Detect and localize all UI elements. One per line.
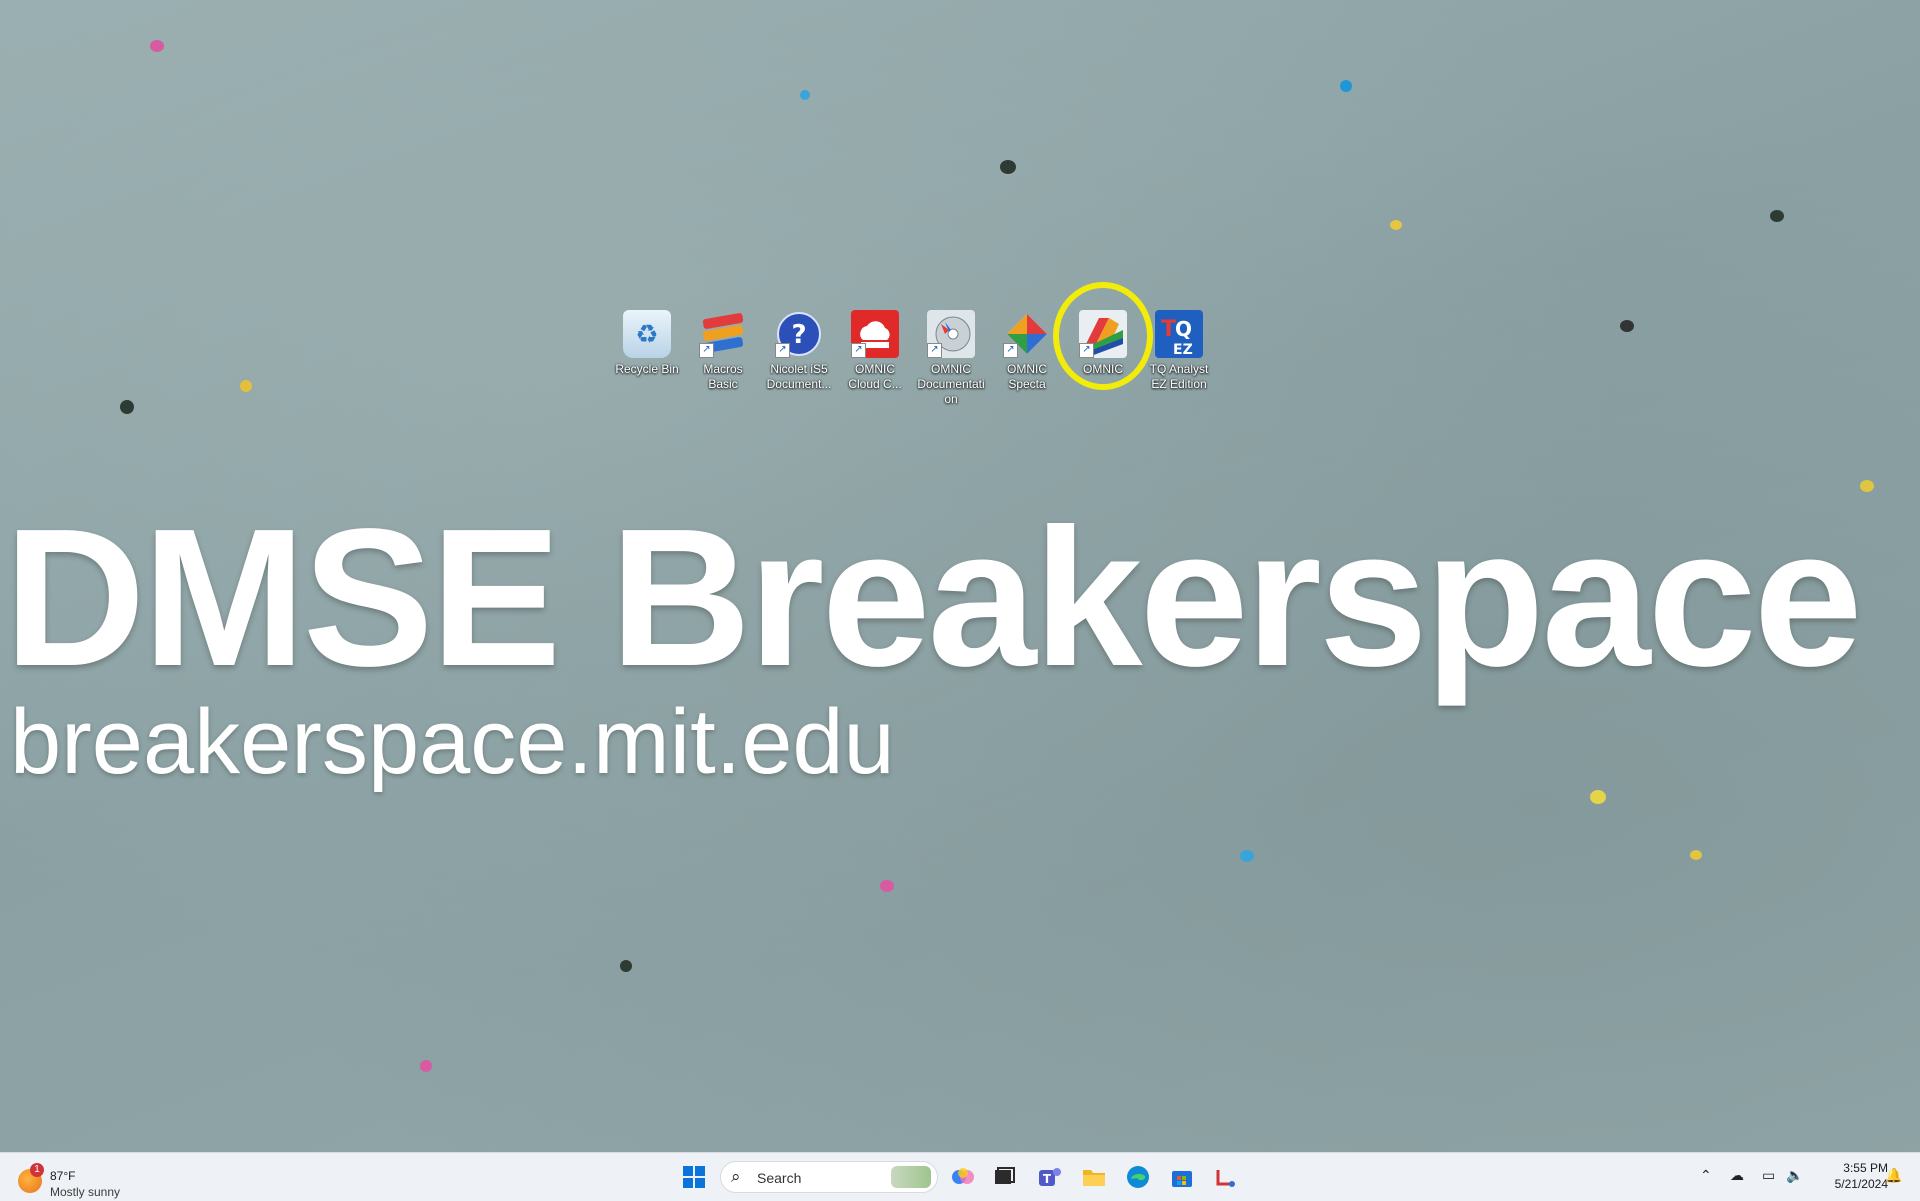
search-highlight-image [891,1166,931,1188]
teams-icon[interactable]: T [1034,1161,1066,1193]
desktop-icon-omnic-documentation[interactable]: ↗ OMNIC Documentati on [916,310,986,410]
onedrive-icon[interactable]: ☁ [1730,1167,1744,1184]
desktop-icon-tq-analyst[interactable]: T Q EZ TQ Analyst EZ Edition [1144,310,1214,410]
wallpaper-title: DMSE Breakerspace [4,488,1863,707]
shortcut-arrow-icon: ↗ [775,343,790,358]
wallpaper-speckle [1860,480,1874,492]
weather-widget[interactable]: 1 87°F Mostly sunny [16,1161,156,1199]
wallpaper-speckle [1690,850,1702,860]
svg-text:EZ: EZ [1173,342,1193,358]
wallpaper-speckle [1240,850,1254,862]
wallpaper-speckle [240,380,252,392]
wallpaper-speckle [1000,160,1016,174]
search-placeholder: Search [757,1170,802,1186]
file-explorer-icon[interactable] [1078,1161,1110,1193]
weather-condition: Mostly sunny [50,1185,121,1199]
svg-text:T: T [1043,1172,1052,1186]
omnic-documentation-icon: ↗ [927,310,975,358]
omnic-specta-icon: ↗ [1003,310,1051,358]
desktop-icon-recycle-bin[interactable]: ♻ Recycle Bin [612,310,682,410]
notification-badge: 1 [30,1163,44,1177]
svg-text:?: ? [791,320,806,350]
wallpaper-speckle [880,880,894,892]
shortcut-arrow-icon: ↗ [699,343,714,358]
svg-text:Q: Q [1175,317,1192,341]
wallpaper-speckle [150,40,164,52]
clock-time: 3:55 PM [1843,1161,1888,1175]
desktop-icon-omnic-cloud[interactable]: ↗ OMNIC Cloud C... [840,310,910,410]
volume-icon[interactable]: 🔈 [1786,1167,1803,1184]
desktop-icon-label: OMNIC Documentati on [917,362,985,406]
network-icon[interactable]: ▭ [1762,1167,1775,1184]
svg-text:♻: ♻ [635,320,658,350]
wallpaper-speckle [1340,80,1352,92]
wallpaper-speckle [620,960,632,972]
desktop-icon-omnic-specta[interactable]: ↗ OMNIC Specta [992,310,1062,410]
omnic-cloud-icon: ↗ [851,310,899,358]
notification-bell-icon[interactable]: 🔔 [1885,1167,1902,1184]
desktop-icon-label: Macros Basic [703,362,743,391]
windows-logo-icon [683,1166,705,1188]
wallpaper-speckle [1620,320,1634,332]
shortcut-arrow-icon: ↗ [927,343,942,358]
highlight-circle [1053,282,1153,390]
edge-icon[interactable] [1122,1161,1154,1193]
clock-date: 5/21/2024 [1834,1177,1888,1191]
wallpaper-subtitle: breakerspace.mit.edu [10,691,895,793]
snipping-tool-icon[interactable] [1210,1161,1242,1193]
wallpaper-speckle [1590,790,1606,804]
wallpaper-speckle [420,1060,432,1072]
desktop-icon-label: TQ Analyst EZ Edition [1149,362,1209,391]
start-button[interactable] [678,1161,710,1193]
desktop-icon-label: OMNIC Cloud C... [848,362,902,391]
desktop-icon-label: Nicolet iS5 Document... [766,362,832,391]
clock[interactable]: 3:55 PM 5/21/2024 [1808,1160,1888,1192]
taskbar: 1 87°F Mostly sunny ⌕ Search T ⌃ ☁ ▭ 🔈 3… [0,1152,1920,1201]
taskbar-search[interactable]: ⌕ Search [720,1161,938,1193]
desktop-icon-label: OMNIC Specta [1007,362,1047,391]
desktop-icon-label: Recycle Bin [615,362,679,376]
copilot-icon[interactable] [947,1161,979,1193]
wallpaper-speckle [1770,210,1784,222]
tq-analyst-icon: T Q EZ [1155,310,1203,358]
recycle-bin-icon: ♻ [623,310,671,358]
search-icon: ⌕ [731,1167,741,1186]
wallpaper-speckle [120,400,134,414]
show-hidden-icons-chevron-icon[interactable]: ⌃ [1700,1167,1712,1184]
wallpaper-speckle [800,90,810,100]
store-icon[interactable] [1166,1161,1198,1193]
macros-basic-icon: ↗ [699,310,747,358]
desktop-icon-macros-basic[interactable]: ↗ Macros Basic [688,310,758,410]
svg-text:T: T [1161,317,1176,342]
shortcut-arrow-icon: ↗ [1003,343,1018,358]
task-view-icon[interactable] [988,1161,1020,1193]
desktop-wallpaper: ♻ Recycle Bin ↗ Macros Basic ? ↗ Nicolet… [0,0,1920,1152]
desktop-icon-nicolet-documentation[interactable]: ? ↗ Nicolet iS5 Document... [764,310,834,410]
help-question-icon: ? ↗ [775,310,823,358]
wallpaper-speckle [1390,220,1402,230]
weather-temp: 87°F [50,1169,76,1183]
shortcut-arrow-icon: ↗ [851,343,866,358]
